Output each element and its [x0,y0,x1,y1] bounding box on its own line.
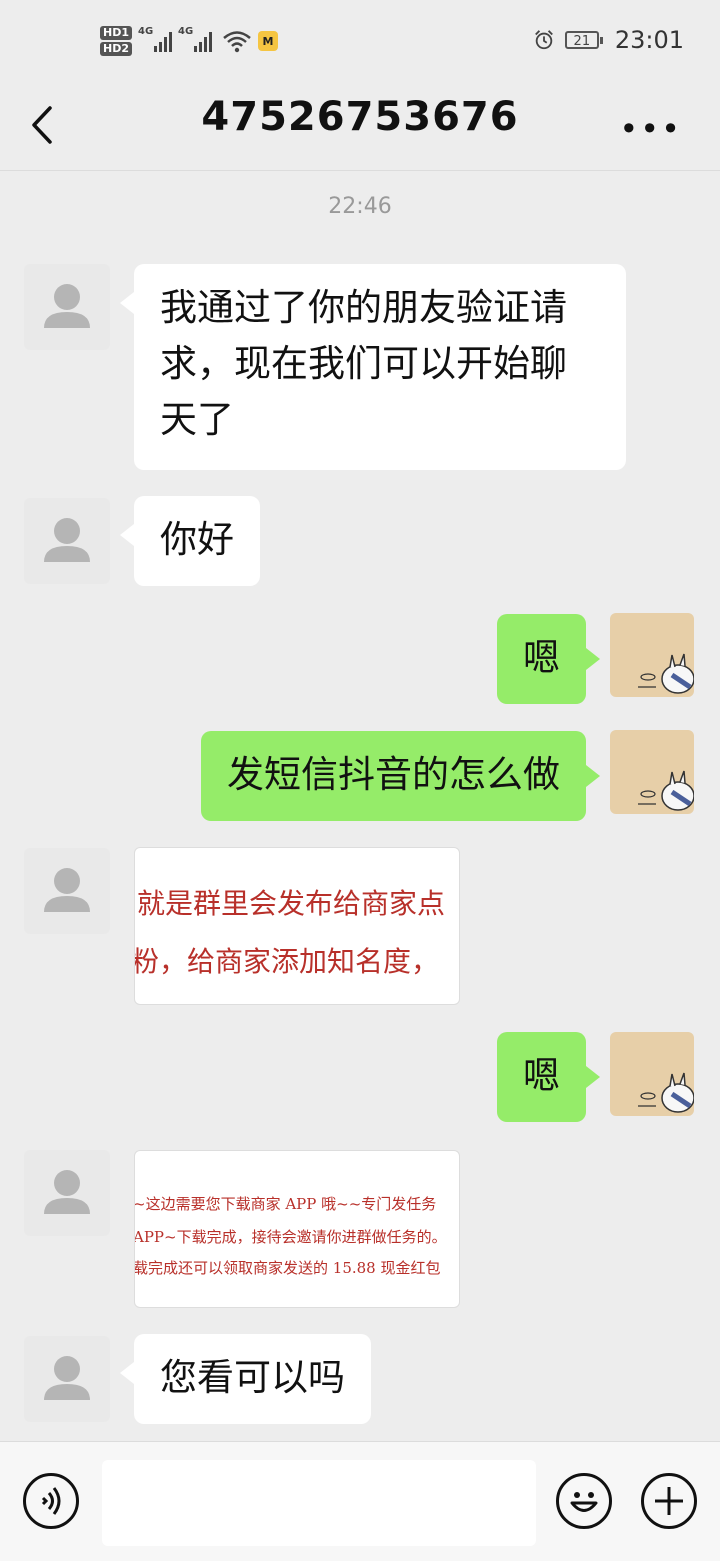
emoji-icon [570,1492,598,1512]
input-bar [0,1441,720,1561]
status-bar: HD1 HD2 4G 4G M 21 23:01 [0,0,720,80]
my-avatar[interactable] [610,1032,694,1116]
plus-icon [655,1487,683,1515]
message-text: 嗯 [523,1054,560,1097]
cartoon-avatar-icon [638,770,694,811]
cartoon-avatar-icon [638,653,694,694]
status-time: 23:01 [614,26,684,54]
more-dots-icon: ••• [619,110,682,148]
default-avatar-icon [44,1170,90,1214]
plus-button[interactable] [641,1473,697,1529]
more-options-button[interactable]: ••• [619,110,682,148]
cartoon-avatar-icon [638,1072,694,1113]
image-text-line: 粉，给商家添加知名度， [134,945,440,978]
message-bubble-sent[interactable]: 嗯 [497,1032,600,1122]
image-message[interactable]: 就是群里会发布给商家点 粉，给商家添加知名度， [134,847,460,1005]
contact-avatar[interactable] [24,1150,110,1236]
contact-avatar[interactable] [24,848,110,934]
contact-avatar[interactable] [24,264,110,350]
message-bubble-received[interactable]: 我通过了你的朋友验证请求，现在我们可以开始聊天了 [120,264,626,470]
default-avatar-icon [44,518,90,562]
message-input[interactable] [102,1460,536,1546]
contact-avatar[interactable] [24,1336,110,1422]
default-avatar-icon [44,1356,90,1400]
message-bubble-received[interactable]: 你好 [120,496,260,586]
default-avatar-icon [44,868,90,912]
alarm-icon [534,30,553,50]
image-text-line: 载完成还可以领取商家发送的 15.88 现金红包 [134,1259,441,1277]
network-type-label: 4G [138,26,154,37]
message-text: 你好 [160,518,234,561]
message-bubble-received[interactable]: 您看可以吗 [120,1334,371,1424]
network-type-label-2: 4G [178,26,194,37]
image-text-line: 就是群里会发布给商家点 [137,887,446,920]
hd1-badge: HD1 [100,26,132,40]
default-avatar-icon [44,284,90,328]
battery-icon: 21 [564,31,603,49]
hd2-badge: HD2 [100,42,132,56]
message-text: 您看可以吗 [160,1356,345,1399]
chat-title: 47526753676 [201,94,519,140]
voice-icon [41,1487,61,1515]
chat-header: 47526753676 ••• [0,80,720,171]
emoji-button[interactable] [556,1473,612,1529]
message-text: 嗯 [523,636,560,679]
image-text-line: APP~下载完成，接待会邀请你进群做任务的。 [134,1228,447,1246]
my-avatar[interactable] [610,613,694,697]
image-message[interactable]: ~这边需要您下载商家 APP 哦~~专门发任务 APP~下载完成，接待会邀请你进… [134,1150,460,1308]
message-bubble-sent[interactable]: 嗯 [497,614,600,704]
wifi-icon [223,31,251,53]
message-timestamp: 22:46 [328,194,392,219]
message-bubble-sent[interactable]: 发短信抖音的怎么做 [201,731,600,821]
contact-avatar[interactable] [24,498,110,584]
status-left: HD1 HD2 4G 4G M [100,20,278,62]
hd-indicator: HD1 HD2 [100,26,132,56]
message-text: 我通过了你的朋友验证请求，现在我们可以开始聊天了 [160,286,567,441]
image-text-line: ~这边需要您下载商家 APP 哦~~专门发任务 [134,1195,437,1213]
message-text: 发短信抖音的怎么做 [227,753,560,796]
status-right: 21 23:01 [533,26,684,54]
signal-icon: 4G [138,26,172,52]
signal-icon-2: 4G [178,26,212,52]
voice-button[interactable] [23,1473,79,1529]
app-notification-icon: M [258,31,278,51]
my-avatar[interactable] [610,730,694,814]
